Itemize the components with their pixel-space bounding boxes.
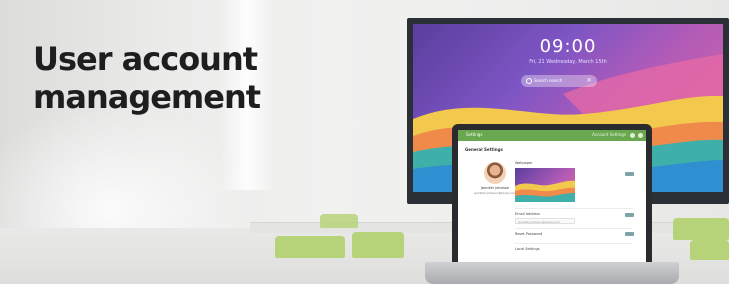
display-clock: 09:00	[539, 36, 597, 57]
email-field[interactable]: Jennifer.johnson@benq.com	[515, 218, 575, 224]
laptop-screen: Settings Account Settings General Settin…	[458, 130, 646, 264]
avatar[interactable]	[484, 162, 506, 184]
reset-password-button[interactable]	[625, 232, 634, 236]
green-chair	[352, 232, 404, 258]
edit-email-button[interactable]	[625, 213, 634, 217]
language-label: Local Settings	[515, 247, 540, 251]
user-email: jennifer.johnson@benq.com	[474, 191, 516, 195]
change-wallpaper-button[interactable]	[625, 172, 634, 176]
green-chair	[673, 218, 729, 240]
green-chair	[320, 214, 358, 228]
divider	[515, 228, 633, 229]
user-name: Jennifer Johnson	[480, 186, 510, 190]
green-chair	[275, 236, 345, 258]
close-icon[interactable]: ×	[586, 76, 592, 84]
account-label[interactable]: Account Settings	[592, 132, 626, 137]
section-title: General Settings	[465, 147, 503, 152]
display-date: Fri, 21 Wednesday, March 15th	[529, 59, 607, 65]
laptop-keyboard-base	[425, 262, 679, 284]
email-label: Email Address	[515, 212, 540, 216]
settings-icon[interactable]	[630, 133, 635, 138]
page-title: User account management	[33, 40, 261, 116]
app-bar: Settings Account Settings	[458, 130, 646, 141]
divider	[515, 208, 633, 209]
page-title-line2: management	[33, 78, 261, 116]
search-icon	[526, 78, 532, 84]
display-search-placeholder: Search search	[534, 78, 563, 83]
app-name: Settings	[466, 132, 483, 137]
hero-banner: User account management 09:00 Fri, 21 We…	[0, 0, 729, 284]
password-label: Reset Password	[515, 232, 543, 236]
divider	[515, 243, 633, 244]
wallpaper-waves	[515, 180, 575, 202]
display-search-bar[interactable]: Search search ×	[521, 75, 597, 87]
wallpaper-label: Wallpaper	[515, 161, 533, 165]
page-title-line1: User account	[33, 40, 258, 78]
close-icon[interactable]	[638, 133, 643, 138]
wallpaper-thumbnail[interactable]	[515, 168, 575, 202]
green-chair	[690, 240, 729, 260]
